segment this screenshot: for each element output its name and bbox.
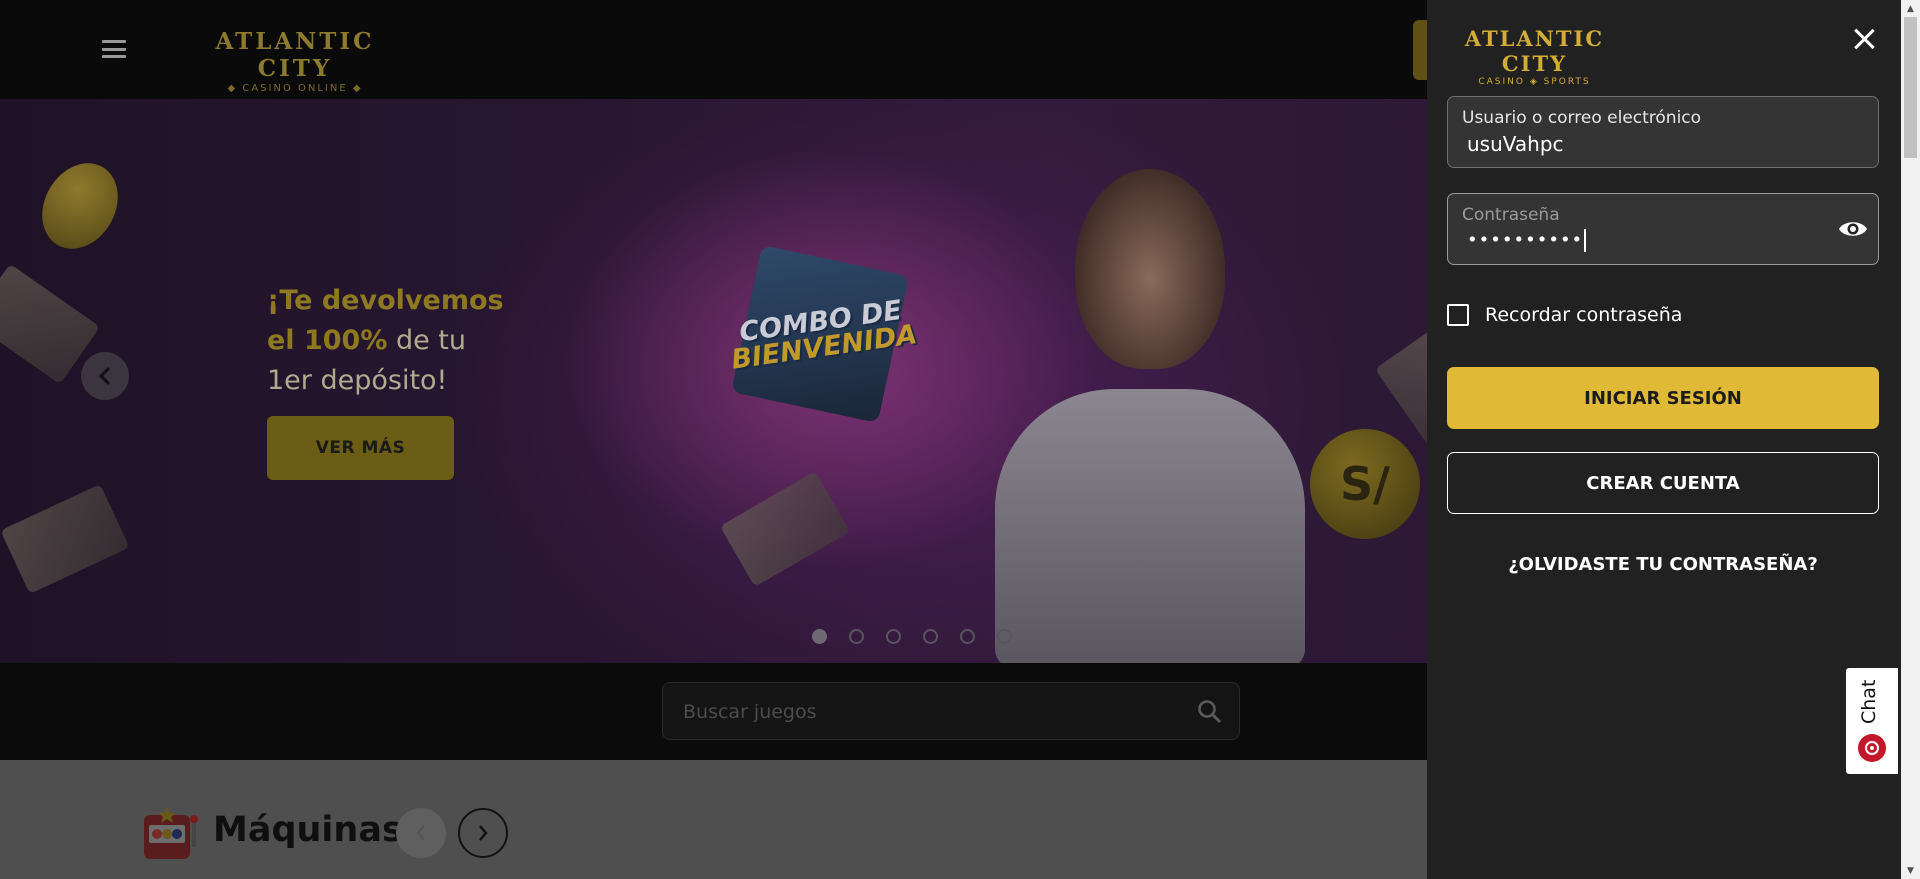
model-body: [995, 389, 1305, 663]
login-drawer: ATLANTIC CITY CASINO ◈ SPORTS Usuario o …: [1427, 0, 1901, 879]
username-field[interactable]: Usuario o correo electrónico: [1447, 96, 1879, 168]
ver-mas-button[interactable]: VER MÁS: [267, 416, 454, 480]
password-label: Contraseña: [1462, 205, 1560, 225]
chevron-left-icon: [416, 825, 425, 841]
chat-icon: [1858, 734, 1886, 762]
carousel-dots: [812, 629, 1012, 644]
carousel-dot[interactable]: [886, 629, 901, 644]
model-head: [1075, 169, 1225, 369]
headline-plain-2: de tu: [387, 325, 467, 356]
coin-decoration: [27, 149, 133, 263]
carousel-dot[interactable]: [812, 629, 827, 644]
section-title: Máquinas: [213, 810, 403, 850]
password-mask: ••••••••••: [1467, 229, 1584, 251]
hamburger-menu-icon[interactable]: [102, 40, 126, 58]
drawer-logo: ATLANTIC CITY CASINO ◈ SPORTS: [1447, 26, 1622, 87]
carousel-dot[interactable]: [997, 629, 1012, 644]
carousel-dot[interactable]: [960, 629, 975, 644]
scroll-down-icon[interactable]: ▼: [1901, 862, 1920, 879]
close-icon[interactable]: [1849, 24, 1879, 54]
create-account-button[interactable]: CREAR CUENTA: [1447, 452, 1879, 514]
search-placeholder: Buscar juegos: [683, 701, 817, 723]
headline-gold-2: el 100%: [267, 325, 388, 356]
forgot-password-link[interactable]: ¿OLVIDASTE TU CONTRASEÑA?: [1447, 554, 1879, 575]
scroll-up-icon[interactable]: ▲: [1901, 0, 1920, 17]
game-search-input[interactable]: Buscar juegos: [662, 682, 1240, 740]
banknote-decoration: [719, 471, 851, 587]
password-field[interactable]: Contraseña ••••••••••: [1447, 193, 1879, 265]
eye-icon[interactable]: [1838, 218, 1868, 240]
logo-subtitle: ◆ CASINO ONLINE ◆: [227, 83, 363, 94]
chat-label: Chat: [1858, 679, 1880, 725]
drawer-logo-subtitle: CASINO ◈ SPORTS: [1478, 77, 1591, 87]
headline-plain-3: 1er depósito!: [267, 365, 448, 396]
carousel-dot[interactable]: [849, 629, 864, 644]
remember-label: Recordar contraseña: [1485, 304, 1683, 326]
chevron-left-icon: [98, 366, 111, 386]
text-caret: [1584, 229, 1587, 252]
username-input[interactable]: [1467, 132, 1847, 156]
games-next-button[interactable]: [458, 808, 508, 858]
site-logo[interactable]: ATLANTIC CITY ◆ CASINO ONLINE ◆: [180, 28, 410, 94]
drawer-logo-title: ATLANTIC CITY: [1464, 26, 1605, 76]
carousel-prev-button[interactable]: [81, 352, 129, 400]
games-prev-button[interactable]: [396, 808, 446, 858]
slot-machine-icon: [144, 807, 198, 859]
carousel-dot[interactable]: [923, 629, 938, 644]
scrollbar-thumb[interactable]: [1904, 17, 1917, 158]
hero-headline: ¡Te devolvemos el 100% de tu 1er depósit…: [267, 281, 504, 401]
search-icon[interactable]: [1197, 699, 1223, 725]
username-label: Usuario o correo electrónico: [1462, 108, 1702, 128]
sol-coin-graphic: S/: [1310, 429, 1420, 539]
checkbox-box[interactable]: [1447, 304, 1469, 326]
promo-model-image: [935, 159, 1375, 663]
page-scrollbar[interactable]: ▲ ▼: [1901, 0, 1920, 879]
login-button[interactable]: INICIAR SESIÓN: [1447, 367, 1879, 429]
banknote-decoration: [0, 484, 130, 594]
remember-password-checkbox[interactable]: Recordar contraseña: [1447, 302, 1682, 328]
chevron-right-icon: [479, 825, 488, 841]
welcome-combo-graphic: COMBO DE BIENVENIDA: [725, 219, 920, 423]
password-input[interactable]: ••••••••••: [1467, 229, 1847, 252]
logo-title: ATLANTIC CITY: [215, 28, 375, 82]
chat-widget-tab[interactable]: Chat: [1846, 668, 1898, 774]
headline-gold-1: ¡Te devolvemos: [267, 285, 504, 316]
